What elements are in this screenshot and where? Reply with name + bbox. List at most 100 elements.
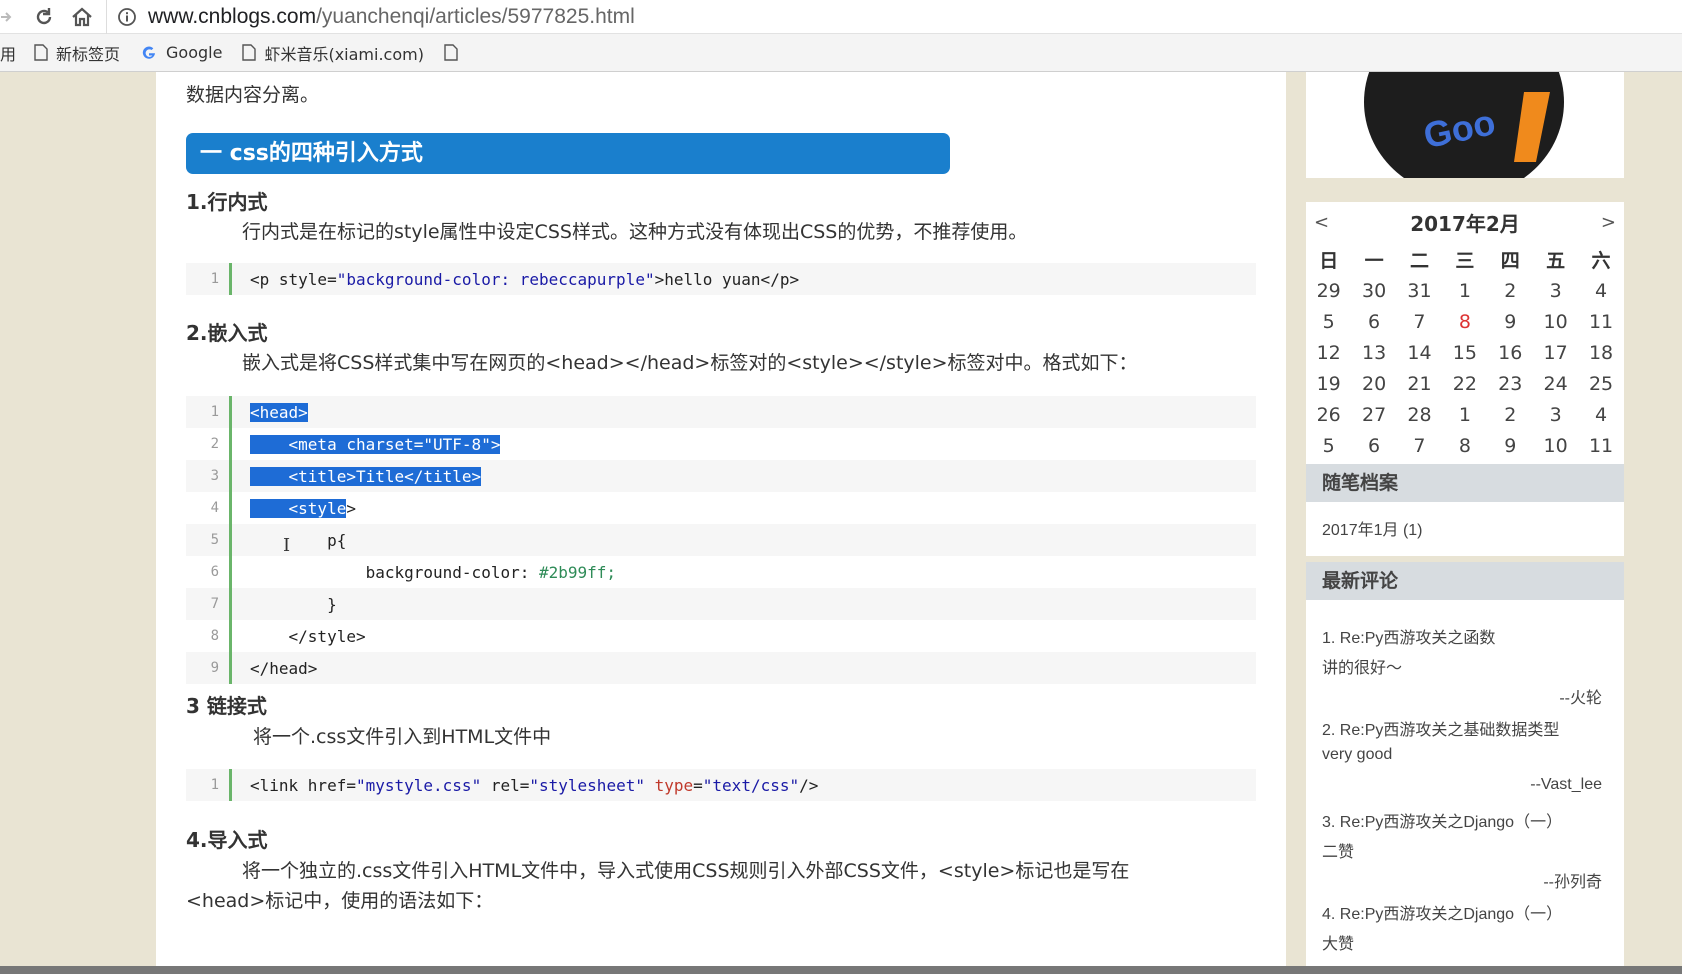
section-heading: 一 css的四种引入方式 [186,133,950,174]
calendar-day[interactable]: 16 [1488,342,1533,364]
code-line: 1 <link href="mystyle.css" rel="styleshee… [186,769,1256,801]
code-text: </head> [250,658,318,678]
linked-style-heading: 3 链接式 [186,694,267,718]
line-number: 4 [186,492,232,524]
calendar-week-row: 5 6 7 8 9 10 11 [1306,430,1624,461]
calendar-day[interactable]: 15 [1442,342,1487,364]
calendar-day[interactable]: 29 [1306,280,1351,302]
calendar-day[interactable]: 11 [1578,311,1623,333]
calendar-day[interactable]: 9 [1488,311,1533,333]
calendar-day[interactable]: 20 [1351,373,1396,395]
calendar-next-button[interactable]: > [1601,212,1616,233]
calendar-day[interactable]: 17 [1533,342,1578,364]
calendar-day[interactable]: 12 [1306,342,1351,364]
intro-tail-text: 数据内容分离。 [186,84,320,106]
calendar-day[interactable]: 10 [1533,435,1578,457]
calendar-day[interactable]: 25 [1578,373,1623,395]
forward-arrow-icon[interactable] [0,4,20,30]
calendar-day[interactable]: 30 [1351,280,1396,302]
calendar-day[interactable]: 1 [1442,404,1487,426]
calendar-day[interactable]: 31 [1397,280,1442,302]
calendar-day[interactable]: 22 [1442,373,1487,395]
code-block-embedded: 1 <head> 2 <meta charset="UTF-8"> 3 <title>… [186,396,1256,684]
comment-author: --孙列奇 [1543,874,1602,891]
article-body: 数据内容分离。 一 css的四种引入方式 1.行内式 行内式是在标记的style… [156,72,1286,972]
calendar-day[interactable]: 11 [1578,435,1623,457]
calendar-day[interactable]: 7 [1397,311,1442,333]
calendar-day[interactable]: 3 [1533,404,1578,426]
calendar-day[interactable]: 1 [1442,280,1487,302]
calendar-day[interactable]: 4 [1578,404,1623,426]
calendar-day[interactable]: 23 [1488,373,1533,395]
bookmark-blank[interactable] [444,34,466,72]
code-block-inline: 1 <p style="background-color: rebeccapurp… [186,263,1256,295]
calendar-day[interactable]: 24 [1533,373,1578,395]
comment-body: very good [1322,746,1393,763]
info-icon[interactable] [116,6,138,28]
comment-title[interactable]: 2. Re:Py西游攻关之基础数据类型 [1322,716,1559,740]
import-style-desc-2: <head>标记中，使用的语法如下： [186,890,494,912]
calendar-day[interactable]: 6 [1351,435,1396,457]
calendar-weekday-row: 日一二三四五六 [1306,244,1624,275]
comment-title[interactable]: 1. Re:Py西游攻关之函数 [1322,624,1495,648]
avatar[interactable]: Goo [1306,72,1624,178]
calendar-week-row: 26 27 28 1 2 3 4 [1306,399,1624,430]
code-block-linked: 1 <link href="mystyle.css" rel="styleshee… [186,769,1256,801]
calendar-week-row: 29 30 31 1 2 3 4 [1306,275,1624,306]
comment-title[interactable]: 3. Re:Py西游攻关之Django（一） [1322,808,1562,832]
comment-title[interactable]: 4. Re:Py西游攻关之Django（一） [1322,900,1562,924]
calendar-day[interactable]: 8 [1442,311,1487,333]
line-number: 6 [186,556,232,588]
calendar-day[interactable]: 21 [1397,373,1442,395]
calendar-day[interactable]: 5 [1306,435,1351,457]
code-text: } [250,594,337,614]
calendar-day[interactable]: 27 [1351,404,1396,426]
page-icon [242,44,257,61]
code-text: <style> [250,498,356,518]
calendar-weekday: 一 [1364,250,1384,272]
reload-icon[interactable] [30,4,58,30]
calendar-title: 2017年2月 [1410,212,1520,236]
calendar-day[interactable]: 26 [1306,404,1351,426]
calendar-day[interactable]: 14 [1397,342,1442,364]
line-number: 7 [186,588,232,620]
bookmark-google[interactable]: Google [140,34,222,72]
calendar-day[interactable]: 2 [1488,404,1533,426]
calendar-day[interactable]: 19 [1306,373,1351,395]
home-icon[interactable] [68,4,96,30]
inline-style-heading: 1.行内式 [186,190,268,214]
address-bar: www.cnblogs.com/yuanchenqi/articles/5977… [0,0,1682,34]
code-line: 7 } [186,588,1256,620]
calendar-day[interactable]: 18 [1578,342,1623,364]
comments-panel: 1. Re:Py西游攻关之函数 讲的很好～ --火轮 2. Re:Py西游攻关之… [1306,600,1624,972]
bookmark-xiami[interactable]: 虾米音乐(xiami.com) [242,34,424,72]
calendar-day[interactable]: 13 [1351,342,1396,364]
bookmark-apps[interactable]: 用 [0,34,16,72]
code-line: 9 </head> [186,652,1256,684]
calendar-day[interactable]: 5 [1306,311,1351,333]
calendar-day[interactable]: 10 [1533,311,1578,333]
calendar-day[interactable]: 7 [1397,435,1442,457]
calendar-day[interactable]: 28 [1397,404,1442,426]
calendar-day[interactable]: 3 [1533,280,1578,302]
page-icon [34,44,48,61]
calendar-day[interactable]: 9 [1488,435,1533,457]
bookmark-new-tab[interactable]: 新标签页 [34,34,120,72]
archive-link[interactable]: 2017年1月 (1) [1322,516,1423,540]
bookmarks-bar: 用 新标签页 Google 虾米音乐(xiami.com) [0,34,1682,72]
code-line: 6 background-color: #2b99ff; [186,556,1256,588]
archive-panel: 2017年1月 (1) [1306,502,1624,556]
calendar-day[interactable]: 8 [1442,435,1487,457]
calendar-day[interactable]: 6 [1351,311,1396,333]
import-style-heading: 4.导入式 [186,828,268,852]
calendar-day[interactable]: 4 [1578,280,1623,302]
code-line: 4 <style> [186,492,1256,524]
comment-body: 二赞 [1322,844,1355,861]
text-cursor-icon: I [283,535,291,556]
url-field[interactable]: www.cnblogs.com/yuanchenqi/articles/5977… [116,2,1682,32]
calendar-weekday: 二 [1409,250,1429,272]
inline-style-desc: 行内式是在标记的style属性中设定CSS样式。这种方式没有体现出CSS的优势，… [242,221,1028,243]
code-text: <head> [250,402,308,422]
calendar-day[interactable]: 2 [1488,280,1533,302]
bookmark-label: 新标签页 [56,44,121,64]
